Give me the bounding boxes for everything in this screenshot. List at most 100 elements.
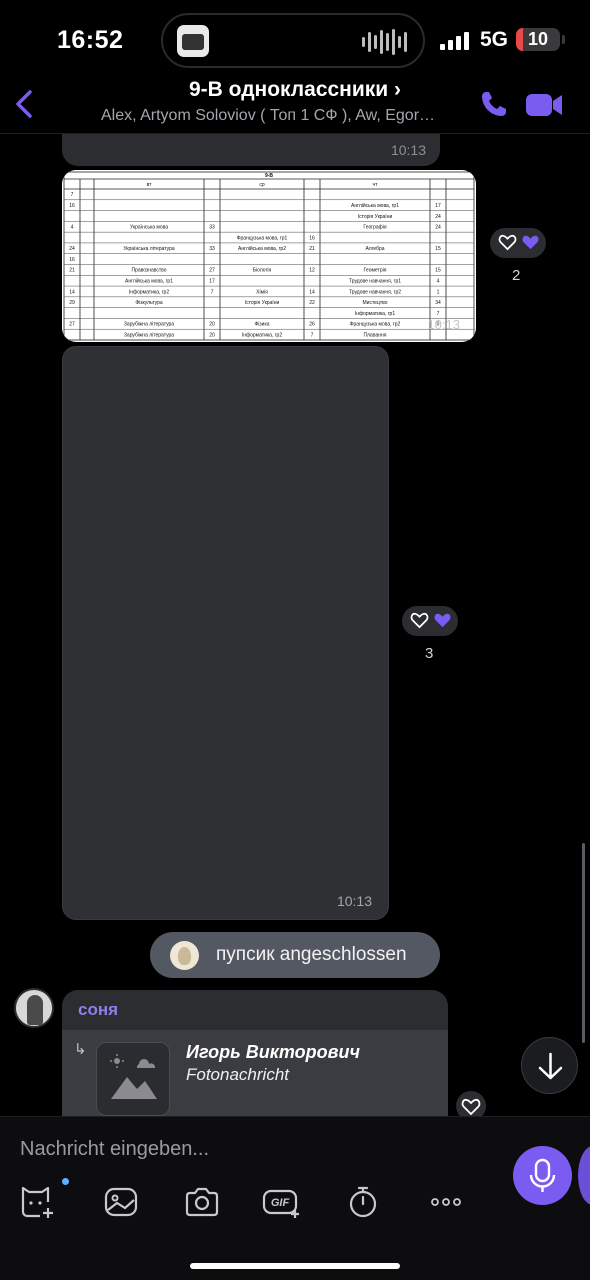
schedule-cell: 26 [309,322,315,328]
chevron-left-icon [16,90,32,118]
quoted-message[interactable]: ↳ Игорь Викторович Fotonachricht [62,1030,448,1120]
more-icon [431,1198,461,1206]
message-time: 10:13 [427,317,460,332]
schedule-cell: Українська мова [130,225,168,231]
schedule-cell: 27 [69,322,75,328]
system-event-text: пупсик angeschlossen [216,944,407,965]
schedule-cell: Плавання [364,332,387,338]
schedule-cell: 14 [309,289,315,295]
schedule-cell: 7 [71,192,74,198]
schedule-cell: 24 [69,246,75,252]
schedule-cell: 29 [69,300,75,306]
schedule-cell: Хімія [256,289,268,295]
gif-icon: GIF [262,1189,299,1218]
home-indicator[interactable] [190,1263,400,1269]
reaction-pill[interactable] [490,228,546,258]
back-button[interactable] [10,86,40,122]
dynamic-island[interactable] [161,13,425,68]
schedule-cell: Зарубіжна література [124,332,174,338]
sticker-icon [21,1186,53,1218]
quoted-type: Fotonachricht [186,1065,289,1084]
schedule-cell: 12 [309,268,315,274]
schedule-cell: 4 [437,278,440,284]
network-type: 5G [480,28,509,51]
schedule-cell: 17 [209,278,215,284]
schedule-cell: 27 [209,268,215,274]
schedule-cell: 7 [311,332,314,338]
sender-avatar[interactable] [14,988,54,1028]
schedule-col-header: вт [147,182,153,188]
reply-arrow-icon: ↳ [74,1041,87,1058]
schedule-image-message[interactable]: 9-В вт ср чт 7 16 Англійська мова, гр1 17 Іс… [62,170,476,342]
schedule-cell: Алгебра [365,246,384,252]
gallery-button[interactable] [101,1184,141,1220]
now-playing-thumbnail [177,25,209,57]
reactions-summary[interactable]: 2 [490,228,546,284]
schedule-cell: 24 [435,214,441,220]
chat-header: 9-В одноклассники › Alex, Artyom Solovio… [0,74,590,134]
schedule-cell: Мистецтво [362,300,387,306]
schedule-cell: 14 [69,289,75,295]
schedule-cell: 4 [71,225,74,231]
system-event-pill: пупсик angeschlossen [150,932,440,978]
status-bar: 16:52 5G 10 [0,0,590,80]
sticker-button[interactable] [18,1178,69,1220]
schedule-cell: Українська література [123,246,174,252]
schedule-cell: 16 [69,257,75,263]
schedule-cell: 7 [437,311,440,317]
message-input[interactable] [20,1131,490,1167]
schedule-cell: 24 [435,225,441,231]
cellular-signal-icon [440,30,469,50]
avatar[interactable] [170,941,199,970]
camera-button[interactable] [182,1184,222,1220]
phone-icon [482,92,506,116]
schedule-cell: Англійська мова, гр2 [238,245,286,252]
voice-call-button[interactable] [478,88,510,120]
schedule-cell: Історія України [245,300,280,306]
svg-text:GIF: GIF [271,1197,290,1209]
schedule-cell: 21 [309,246,315,252]
schedule-cell: Англійська мова, гр1 [125,277,173,284]
video-camera-icon [526,94,562,116]
schedule-cell: 33 [209,246,215,252]
schedule-cell: 15 [435,246,441,252]
reaction-count: 3 [425,645,434,662]
heart-outline-icon [498,234,517,251]
schedule-cell: Фізкультура [135,300,163,306]
sender-name[interactable]: соня [78,1000,118,1020]
audio-waveform-icon [362,29,407,55]
photo-message[interactable]: 10:13 [62,346,389,920]
image-placeholder-icon [110,1054,157,1099]
reactions-summary[interactable]: 3 [402,606,458,662]
video-call-button[interactable] [524,90,564,120]
chat-title[interactable]: 9-В одноклассники › [100,78,490,102]
timer-button[interactable] [343,1184,383,1220]
gif-button[interactable]: GIF [262,1184,302,1220]
reply-message[interactable]: соня ↳ Игорь Викторович Fotonachricht [62,990,448,1120]
schedule-table-image: 9-В вт ср чт 716 Англійська мова, гр1 17Іс… [63,171,475,341]
timer-icon [349,1186,377,1218]
message-time: 10:13 [390,142,426,158]
schedule-cell: 7 [211,289,214,295]
schedule-cell: 15 [435,268,441,274]
message-time: 10:13 [336,893,372,909]
battery-nub [562,35,565,44]
reaction-count: 2 [512,267,521,284]
camera-icon [185,1187,219,1217]
gallery-icon [104,1187,138,1217]
more-button[interactable] [426,1184,466,1220]
message-bubble[interactable]: 10:13 [62,134,440,166]
reaction-pill[interactable] [402,606,458,636]
microphone-button[interactable] [513,1146,572,1205]
schedule-cell: Інформатика, гр1 [355,311,395,317]
schedule-cell: Французька мова, гр1 [237,235,288,241]
scrollbar[interactable] [582,843,585,1043]
chat-participants[interactable]: Alex, Artyom Soloviov ( Топ 1 СФ ), Aw, … [88,107,448,125]
schedule-cell: Трудове навчання, гр1 [349,278,401,284]
battery-icon: 10 [516,28,560,51]
send-button-edge[interactable] [578,1146,590,1205]
scroll-to-bottom-button[interactable] [521,1037,578,1094]
schedule-cell: Інформатика, гр2 [129,289,169,295]
composer: GIF [0,1116,590,1280]
quoted-photo-thumbnail [96,1042,170,1116]
